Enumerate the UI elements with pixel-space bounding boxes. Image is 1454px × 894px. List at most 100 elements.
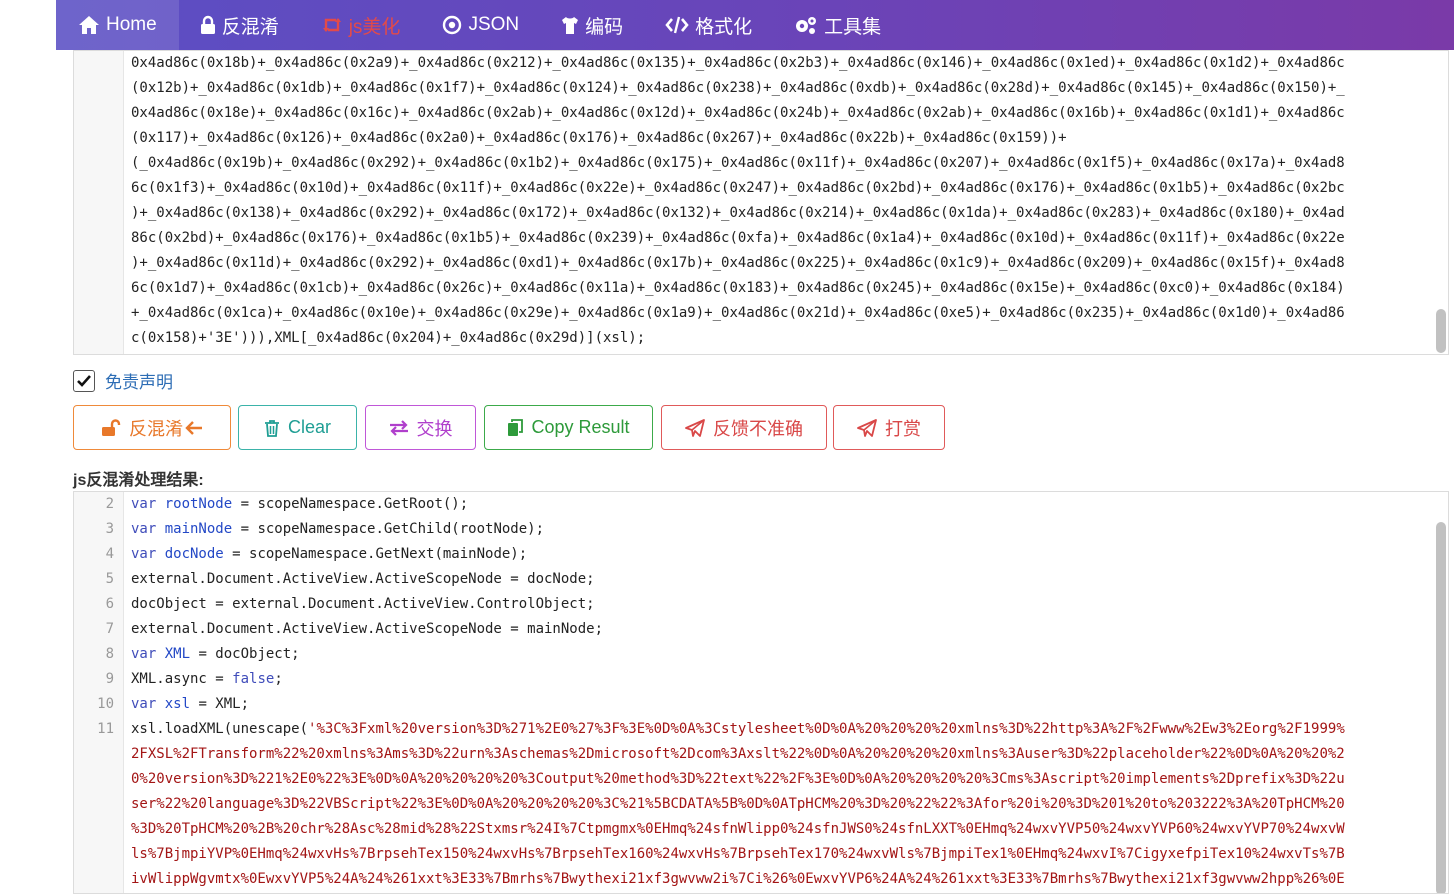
disclaimer-link[interactable]: 免责声明 [105,368,173,393]
code-line-wrapped: 0%20version%3D%221%2E0%22%3E%0D%0A%20%20… [131,771,1345,787]
nav-label-format: 格式化 [695,16,753,38]
code-line-wrapped: ser%22%20language%3D%22VBScript%22%3E%0D… [131,796,1345,812]
code-token: = XML; [190,696,250,712]
output-editor-scrollbar[interactable] [1436,522,1446,893]
code-line: var mainNode = scopeNamespace.GetChild(r… [131,517,1426,542]
code-token: var [131,521,165,537]
line-number: 3 [105,521,114,537]
line-number: 11 [97,721,114,737]
swap-button[interactable]: 交换 [365,405,476,450]
nav-item-home[interactable]: Home [56,0,179,50]
line-numbers: 2 3 4 5 6 7 8 9 10 11 [74,492,114,742]
clear-button[interactable]: Clear [238,405,357,450]
reward-button[interactable]: 打赏 [833,405,945,450]
code-line: +_0x4ad86c(0x1ca)+_0x4ad86c(0x10e)+_0x4a… [131,305,1345,321]
code-token: mainNode [164,521,233,537]
copy-icon [508,418,524,436]
feedback-inaccurate-button[interactable]: 反馈不准确 [661,405,827,450]
code-token: XML.async = [131,671,233,687]
code-line: )+_0x4ad86c(0x11d)+_0x4ad86c(0x292)+_0x4… [131,255,1345,271]
code-line: )+_0x4ad86c(0x138)+_0x4ad86c(0x292)+_0x4… [131,205,1345,221]
code-token: external.Document.ActiveView.ActiveScope… [131,571,595,587]
nav-item-tools[interactable]: 工具集 [773,0,902,50]
code-token: = docObject; [190,646,300,662]
editor-gutter: 2 3 4 5 6 7 8 9 10 11 [74,492,124,893]
code-token: = scopeNamespace.GetNext(mainNode); [223,546,528,562]
code-token: docObject = external.Document.ActiveView… [131,596,595,612]
code-token: = scopeNamespace.GetChild(rootNode); [232,521,545,537]
line-number: 2 [105,496,114,512]
code-line: var XML = docObject; [131,642,1426,667]
code-line: var xsl = XML; [131,692,1426,717]
input-editor-scrollbar[interactable] [1436,309,1446,353]
nav-label-tools: 工具集 [824,16,882,38]
line-number: 8 [105,646,114,662]
nav-item-json[interactable]: JSON [421,0,540,50]
line-number: 7 [105,621,114,637]
code-line: var rootNode = scopeNamespace.GetRoot(); [131,492,1426,517]
line-number: 6 [105,596,114,612]
code-line: c(0x158)+'3E'))),XML[_0x4ad86c(0x204)+_0… [131,330,646,346]
shirt-icon [562,17,579,34]
left-margin [0,0,56,894]
line-number: 9 [105,671,114,687]
unlock-icon [102,418,121,436]
code-line: xsl.loadXML(unescape('%3C%3Fxml%20versio… [131,717,1426,742]
line-number: 5 [105,571,114,587]
input-code-text[interactable]: 0x4ad86c(0x18b)+_0x4ad86c(0x2a9)+_0x4ad8… [131,51,1426,351]
trash-icon [264,419,279,437]
code-token: = scopeNamespace.GetRoot(); [232,496,469,512]
nav-item-encode[interactable]: 编码 [540,0,644,50]
code-token: '%3C%3Fxml%20version%3D%271%2E0%27%3F%3E… [308,721,1345,737]
retweet-icon [322,18,341,32]
line-number: 10 [97,696,114,712]
code-line: XML.async = false; [131,667,1426,692]
code-token: external.Document.ActiveView.ActiveScope… [131,621,604,637]
nav-label-js-beautify: js美化 [348,16,401,38]
code-icon [665,16,689,34]
code-line: 86c(0x2bd)+_0x4ad86c(0x176)+_0x4ad86c(0x… [131,230,1345,246]
home-icon [79,16,99,34]
copy-result-button-label: Copy Result [531,417,630,437]
code-line: 0x4ad86c(0x18e)+_0x4ad86c(0x16c)+_0x4ad8… [131,105,1345,121]
code-token: docNode [164,546,224,562]
checkmark-icon [77,374,91,387]
feedback-button-label: 反馈不准确 [713,418,803,439]
paper-plane-icon [685,418,705,437]
nav-label-json: JSON [468,14,520,35]
code-line: (0x117)+_0x4ad86c(0x126)+_0x4ad86c(0x2a0… [131,130,1067,146]
json-icon [443,15,462,35]
swap-button-label: 交换 [416,418,453,439]
paper-plane-icon [857,418,877,437]
code-token: XML [164,646,191,662]
code-line: docObject = external.Document.ActiveView… [131,592,1426,617]
code-token: xsl [164,696,191,712]
code-line-wrapped: %3D%20TpHCM%20%2B%20chr%28Asc%28mid%28%2… [131,821,1345,837]
code-token: var [131,496,165,512]
code-line: external.Document.ActiveView.ActiveScope… [131,567,1426,592]
code-line: (_0x4ad86c(0x19b)+_0x4ad86c(0x292)+_0x4a… [131,155,1345,171]
output-code-editor[interactable]: 2 3 4 5 6 7 8 9 10 11 var rootNode = scopeNamespa… [73,491,1449,894]
code-line-wrapped: 2FXSL%2FTransform%22%20xmlns%3Ams%3D%22u… [131,746,1345,762]
code-line-wrapped: ls%7BjmpiYVP%0EHmq%24wxvHs%7BrpsehTex150… [131,846,1345,862]
deobfuscate-button[interactable]: 反混淆 [73,405,231,450]
lock-icon [200,15,215,34]
code-token: ; [274,671,283,687]
nav-item-deobfuscate[interactable]: 反混淆 [179,0,300,50]
code-line: 6c(0x1f3)+_0x4ad86c(0x10d)+_0x4ad86c(0x1… [131,180,1345,196]
editor-gutter [74,51,124,354]
code-line-wrapped: ivWlippWgvmtx%0EwxvYVP5%24A%24%261xxt%3E… [131,871,1345,887]
reward-button-label: 打赏 [885,418,921,439]
nav-item-js-beautify[interactable]: js美化 [300,0,422,50]
nav-item-format[interactable]: 格式化 [644,0,773,50]
deobfuscate-button-label: 反混淆 [129,418,183,439]
nav-label-encode: 编码 [585,16,624,38]
code-line: (0x12b)+_0x4ad86c(0x1db)+_0x4ad86c(0x1f7… [131,80,1345,96]
code-token: false [232,671,275,687]
copy-result-button[interactable]: Copy Result [484,405,653,450]
code-line: 0x4ad86c(0x18b)+_0x4ad86c(0x2a9)+_0x4ad8… [131,55,1345,71]
output-code-text[interactable]: var rootNode = scopeNamespace.GetRoot();… [131,492,1426,892]
top-navbar: Home 反混淆 js美化 JSON 编码 格式化 工具集 [56,0,1454,50]
input-code-editor[interactable]: 0x4ad86c(0x18b)+_0x4ad86c(0x2a9)+_0x4ad8… [73,50,1449,355]
disclaimer-checkbox[interactable] [73,369,95,392]
